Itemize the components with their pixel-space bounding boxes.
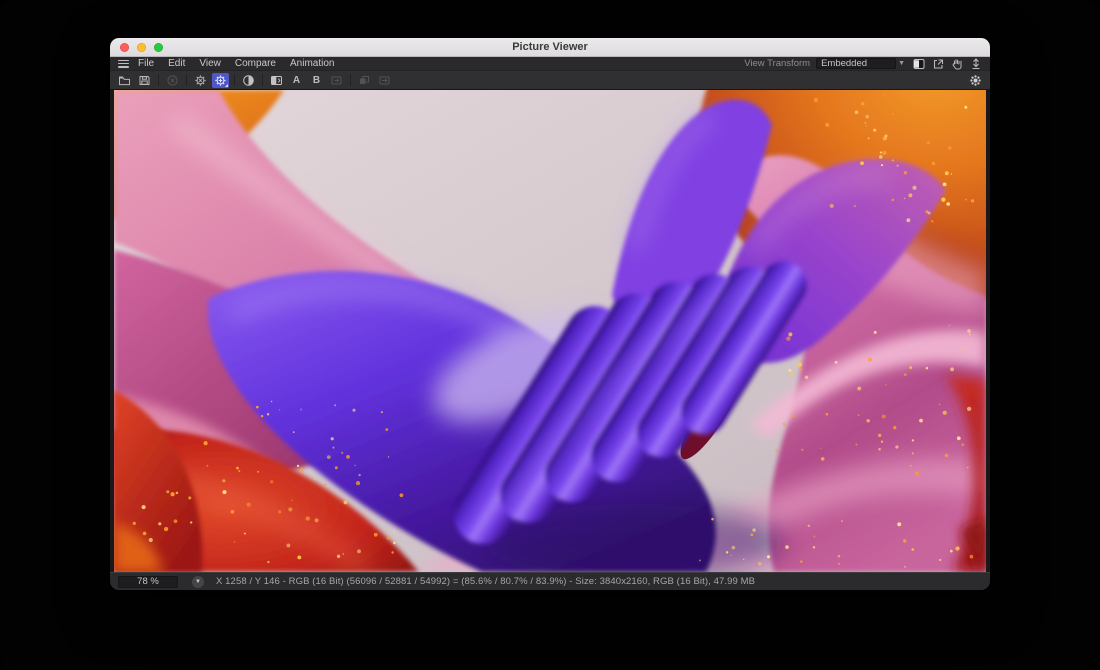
view-transform-value: Embedded	[821, 58, 891, 69]
gear-icon[interactable]	[212, 73, 229, 88]
view-transform-label: View Transform	[744, 58, 810, 69]
compare-split-icon[interactable]	[268, 73, 285, 88]
dropdown-caret-icon[interactable]: ▼	[898, 60, 905, 67]
bw-preview-icon[interactable]	[913, 58, 925, 70]
filter-settings-icon[interactable]	[967, 73, 984, 88]
menu-animation[interactable]: Animation	[290, 58, 334, 69]
desktop-background: Picture Viewer File Edit View Compare An…	[0, 0, 1100, 670]
copy-icon	[356, 73, 373, 88]
title-bar[interactable]: Picture Viewer	[110, 38, 990, 57]
contrast-icon[interactable]	[240, 73, 257, 88]
open-folder-icon[interactable]	[116, 73, 133, 88]
picture-viewer-window: Picture Viewer File Edit View Compare An…	[110, 38, 990, 590]
menu-view[interactable]: View	[199, 58, 221, 69]
menu-compare[interactable]: Compare	[235, 58, 276, 69]
stop-render-icon	[164, 73, 181, 88]
menu-edit[interactable]: Edit	[168, 58, 185, 69]
version-a-button[interactable]: A	[288, 73, 305, 88]
view-transform-dropdown[interactable]: Embedded	[816, 58, 896, 69]
version-b-button[interactable]: B	[308, 73, 325, 88]
menu-bar: File Edit View Compare Animation View Tr…	[110, 57, 990, 71]
export-icon[interactable]	[932, 58, 944, 70]
paste-icon	[376, 73, 393, 88]
save-icon[interactable]	[136, 73, 153, 88]
dock-pin-icon[interactable]	[970, 58, 982, 70]
toolbar: A B	[110, 71, 990, 90]
image-canvas[interactable]	[110, 90, 990, 572]
window-title: Picture Viewer	[110, 41, 990, 53]
gear-x-icon[interactable]	[192, 73, 209, 88]
zoom-level-input[interactable]: 78 %	[118, 576, 178, 588]
hamburger-menu-icon[interactable]	[118, 60, 129, 68]
rendered-image	[114, 90, 986, 572]
menu-file[interactable]: File	[138, 58, 154, 69]
swap-ab-icon	[328, 73, 345, 88]
pixel-info-text: X 1258 / Y 146 - RGB (16 Bit) (56096 / 5…	[216, 576, 755, 587]
zoom-dropdown-button[interactable]: ▼	[192, 576, 204, 588]
status-bar: 78 % ▼ X 1258 / Y 146 - RGB (16 Bit) (56…	[110, 572, 990, 590]
pan-hand-icon[interactable]	[951, 58, 963, 70]
